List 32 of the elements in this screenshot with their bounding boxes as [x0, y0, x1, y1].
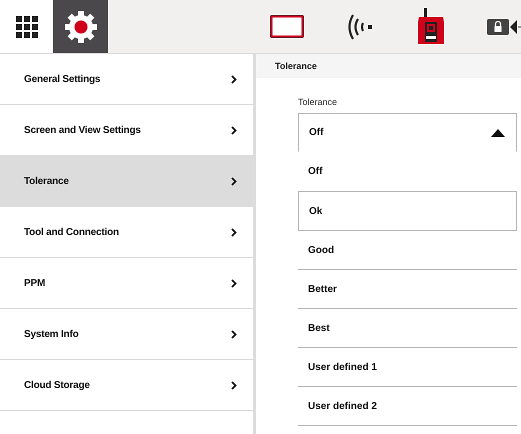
panel-title: Tolerance	[275, 61, 317, 71]
tablet-icon[interactable]	[270, 15, 304, 38]
dropdown-option[interactable]: Best	[298, 309, 517, 348]
dropdown-option[interactable]: User defined 1	[298, 348, 517, 387]
apps-tab[interactable]	[0, 0, 53, 53]
caret-up-icon	[491, 128, 505, 136]
dropdown-option[interactable]: User defined 2	[298, 387, 517, 426]
sidebar-item[interactable]: Tolerance	[0, 156, 253, 207]
settings-tab[interactable]	[53, 0, 108, 53]
chevron-right-icon	[231, 126, 237, 134]
sidebar-item[interactable]: System Info	[0, 309, 253, 360]
dropdown-option[interactable]: Good	[298, 231, 517, 270]
chevron-right-icon	[231, 176, 237, 186]
sidebar-item[interactable]: PPM	[0, 258, 253, 309]
dropdown-option[interactable]: Off	[298, 152, 517, 191]
tolerance-dropdown[interactable]: Off	[298, 113, 517, 152]
sidebar-item[interactable]: General Settings	[0, 54, 253, 105]
locked-camera-icon[interactable]	[487, 16, 521, 36]
dropdown-option[interactable]: Ok	[298, 191, 517, 231]
sidebar-item[interactable]: Tool and Connection	[0, 207, 253, 258]
signal-icon[interactable]	[346, 12, 373, 40]
chevron-right-icon	[231, 74, 237, 84]
chevron-right-icon	[231, 228, 237, 236]
chevron-right-icon	[231, 380, 237, 390]
apps-grid-icon	[16, 16, 38, 38]
dropdown-option[interactable]: Better	[298, 270, 517, 309]
settings-icon	[64, 10, 98, 44]
chevron-right-icon	[231, 278, 237, 288]
sidebar-item[interactable]: Cloud Storage	[0, 360, 253, 411]
chevron-right-icon	[231, 330, 237, 338]
field-label: Tolerance	[298, 97, 338, 107]
radio-device-icon[interactable]	[417, 8, 445, 46]
